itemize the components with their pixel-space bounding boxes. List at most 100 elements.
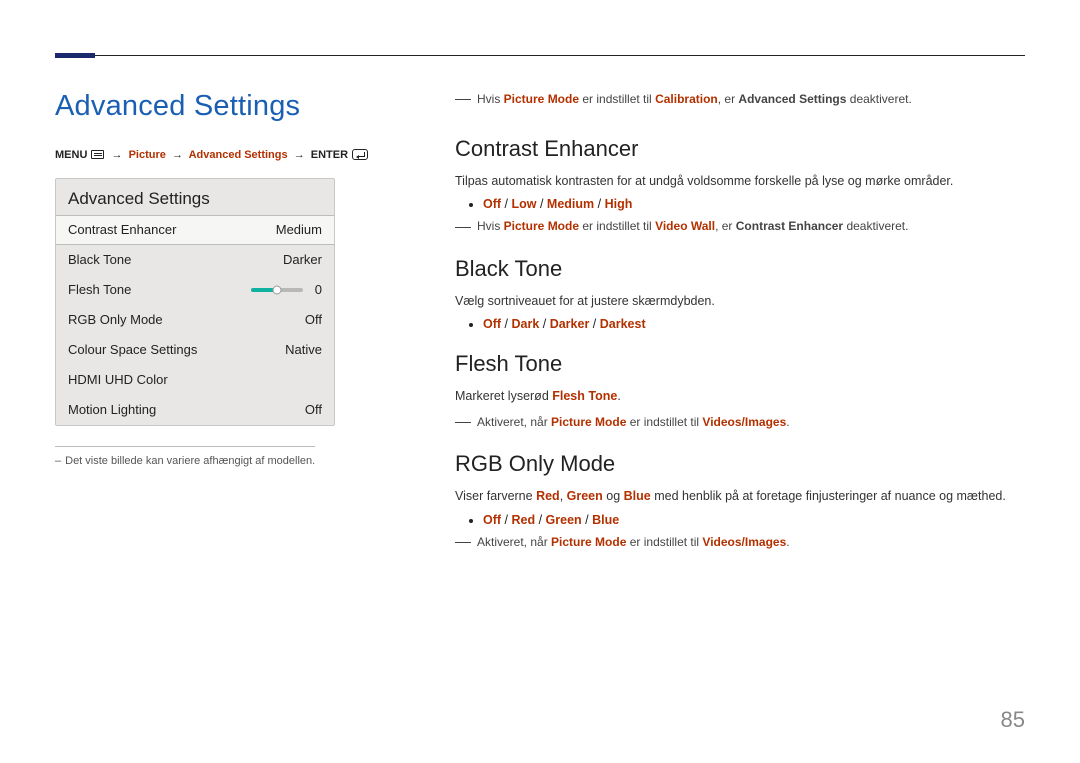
t: Aktiveret, når — [477, 415, 551, 429]
note-divider — [55, 446, 315, 447]
flesh-tone-slider[interactable]: 0 — [251, 282, 322, 297]
opt: Darkest — [600, 317, 646, 331]
row-value: Native — [285, 342, 322, 357]
row-value: Off — [305, 402, 322, 417]
row-flesh-tone[interactable]: Flesh Tone 0 — [56, 275, 334, 305]
row-value: Medium — [276, 222, 322, 237]
row-label: HDMI UHD Color — [68, 372, 168, 387]
opt: Low — [511, 197, 536, 211]
t: Videos/Images — [702, 535, 786, 549]
opt: Darker — [550, 317, 590, 331]
black-desc: Vælg sortniveauet for at justere skærmdy… — [455, 292, 1025, 311]
t: Aktiveret, når — [477, 535, 551, 549]
heading-contrast-enhancer: Contrast Enhancer — [455, 136, 1025, 162]
black-options: Off / Dark / Darker / Darkest — [483, 317, 1025, 331]
t: Markeret lyserød — [455, 389, 552, 403]
top-rule — [55, 55, 1025, 56]
t: Viser farverne — [455, 489, 536, 503]
t: . — [786, 535, 789, 549]
page-number: 85 — [1001, 707, 1025, 733]
t: Hvis — [477, 219, 504, 233]
t: deaktiveret. — [843, 219, 908, 233]
row-label: Colour Space Settings — [68, 342, 197, 357]
t: Red — [536, 489, 560, 503]
opt: Green — [546, 513, 582, 527]
row-label: Motion Lighting — [68, 402, 156, 417]
panel-note: –Det viste billede kan variere afhængigt… — [55, 455, 395, 467]
row-contrast-enhancer[interactable]: Contrast Enhancer Medium — [56, 215, 334, 245]
opt: High — [605, 197, 633, 211]
t: med henblik på at foretage finjusteringe… — [651, 489, 1006, 503]
top-note: Hvis Picture Mode er indstillet til Cali… — [455, 90, 1025, 108]
t: deaktiveret. — [846, 92, 911, 106]
row-colour-space[interactable]: Colour Space Settings Native — [56, 335, 334, 365]
dash-icon — [455, 542, 471, 543]
t: Calibration — [655, 92, 718, 106]
row-motion-lighting[interactable]: Motion Lighting Off — [56, 395, 334, 425]
t: er indstillet til — [626, 415, 702, 429]
t: Video Wall — [655, 219, 715, 233]
t: Picture Mode — [504, 219, 579, 233]
t: er indstillet til — [579, 92, 655, 106]
opt: Off — [483, 197, 501, 211]
opt: Dark — [511, 317, 539, 331]
t: Picture Mode — [504, 92, 579, 106]
arrow-icon: → — [112, 149, 123, 161]
t: Contrast Enhancer — [736, 219, 843, 233]
opt: Blue — [592, 513, 619, 527]
dash-icon — [455, 422, 471, 423]
t: Blue — [624, 489, 651, 503]
row-hdmi-uhd[interactable]: HDMI UHD Color — [56, 365, 334, 395]
opt: Medium — [547, 197, 594, 211]
row-value: 0 — [315, 282, 322, 297]
flesh-note: Aktiveret, når Picture Mode er indstille… — [455, 413, 1025, 432]
opt: Off — [483, 513, 501, 527]
dash-icon — [455, 227, 471, 228]
t: Green — [567, 489, 603, 503]
opt: Red — [511, 513, 535, 527]
breadcrumb-enter: ENTER — [311, 149, 348, 161]
t: Picture Mode — [551, 535, 626, 549]
row-label: Black Tone — [68, 252, 131, 267]
dash-icon — [455, 99, 471, 100]
arrow-icon: → — [172, 149, 183, 161]
arrow-icon: → — [294, 149, 305, 161]
t: , er — [718, 92, 739, 106]
heading-flesh-tone: Flesh Tone — [455, 351, 1025, 377]
t: er indstillet til — [626, 535, 702, 549]
t: Videos/Images — [702, 415, 786, 429]
breadcrumb-menu: MENU — [55, 149, 87, 161]
row-label: Flesh Tone — [68, 282, 131, 297]
menu-icon — [91, 150, 104, 159]
enter-icon — [352, 149, 368, 160]
contrast-desc: Tilpas automatisk kontrasten for at undg… — [455, 172, 1025, 191]
t: Picture Mode — [551, 415, 626, 429]
t: og — [603, 489, 624, 503]
row-label: RGB Only Mode — [68, 312, 163, 327]
row-label: Contrast Enhancer — [68, 222, 176, 237]
row-black-tone[interactable]: Black Tone Darker — [56, 245, 334, 275]
row-value: Darker — [283, 252, 322, 267]
flesh-desc: Markeret lyserød Flesh Tone. — [455, 387, 1025, 406]
row-value: Off — [305, 312, 322, 327]
t: . — [786, 415, 789, 429]
rgb-options: Off / Red / Green / Blue — [483, 513, 1025, 527]
t: . — [617, 389, 620, 403]
page-title: Advanced Settings — [55, 90, 395, 123]
row-rgb-only[interactable]: RGB Only Mode Off — [56, 305, 334, 335]
settings-panel: Advanced Settings Contrast Enhancer Medi… — [55, 178, 335, 426]
rgb-note: Aktiveret, når Picture Mode er indstille… — [455, 533, 1025, 552]
panel-title: Advanced Settings — [56, 179, 334, 215]
contrast-options: Off / Low / Medium / High — [483, 197, 1025, 211]
t: Hvis — [477, 92, 504, 106]
slider-track — [251, 288, 303, 292]
slider-thumb[interactable] — [272, 285, 281, 294]
breadcrumb-picture: Picture — [129, 149, 166, 161]
breadcrumb: MENU → Picture → Advanced Settings → ENT… — [55, 147, 395, 164]
t: Flesh Tone — [552, 389, 617, 403]
t: , er — [715, 219, 736, 233]
t: Advanced Settings — [738, 92, 846, 106]
opt: Off — [483, 317, 501, 331]
heading-rgb-only: RGB Only Mode — [455, 451, 1025, 477]
panel-note-text: Det viste billede kan variere afhængigt … — [65, 455, 315, 467]
